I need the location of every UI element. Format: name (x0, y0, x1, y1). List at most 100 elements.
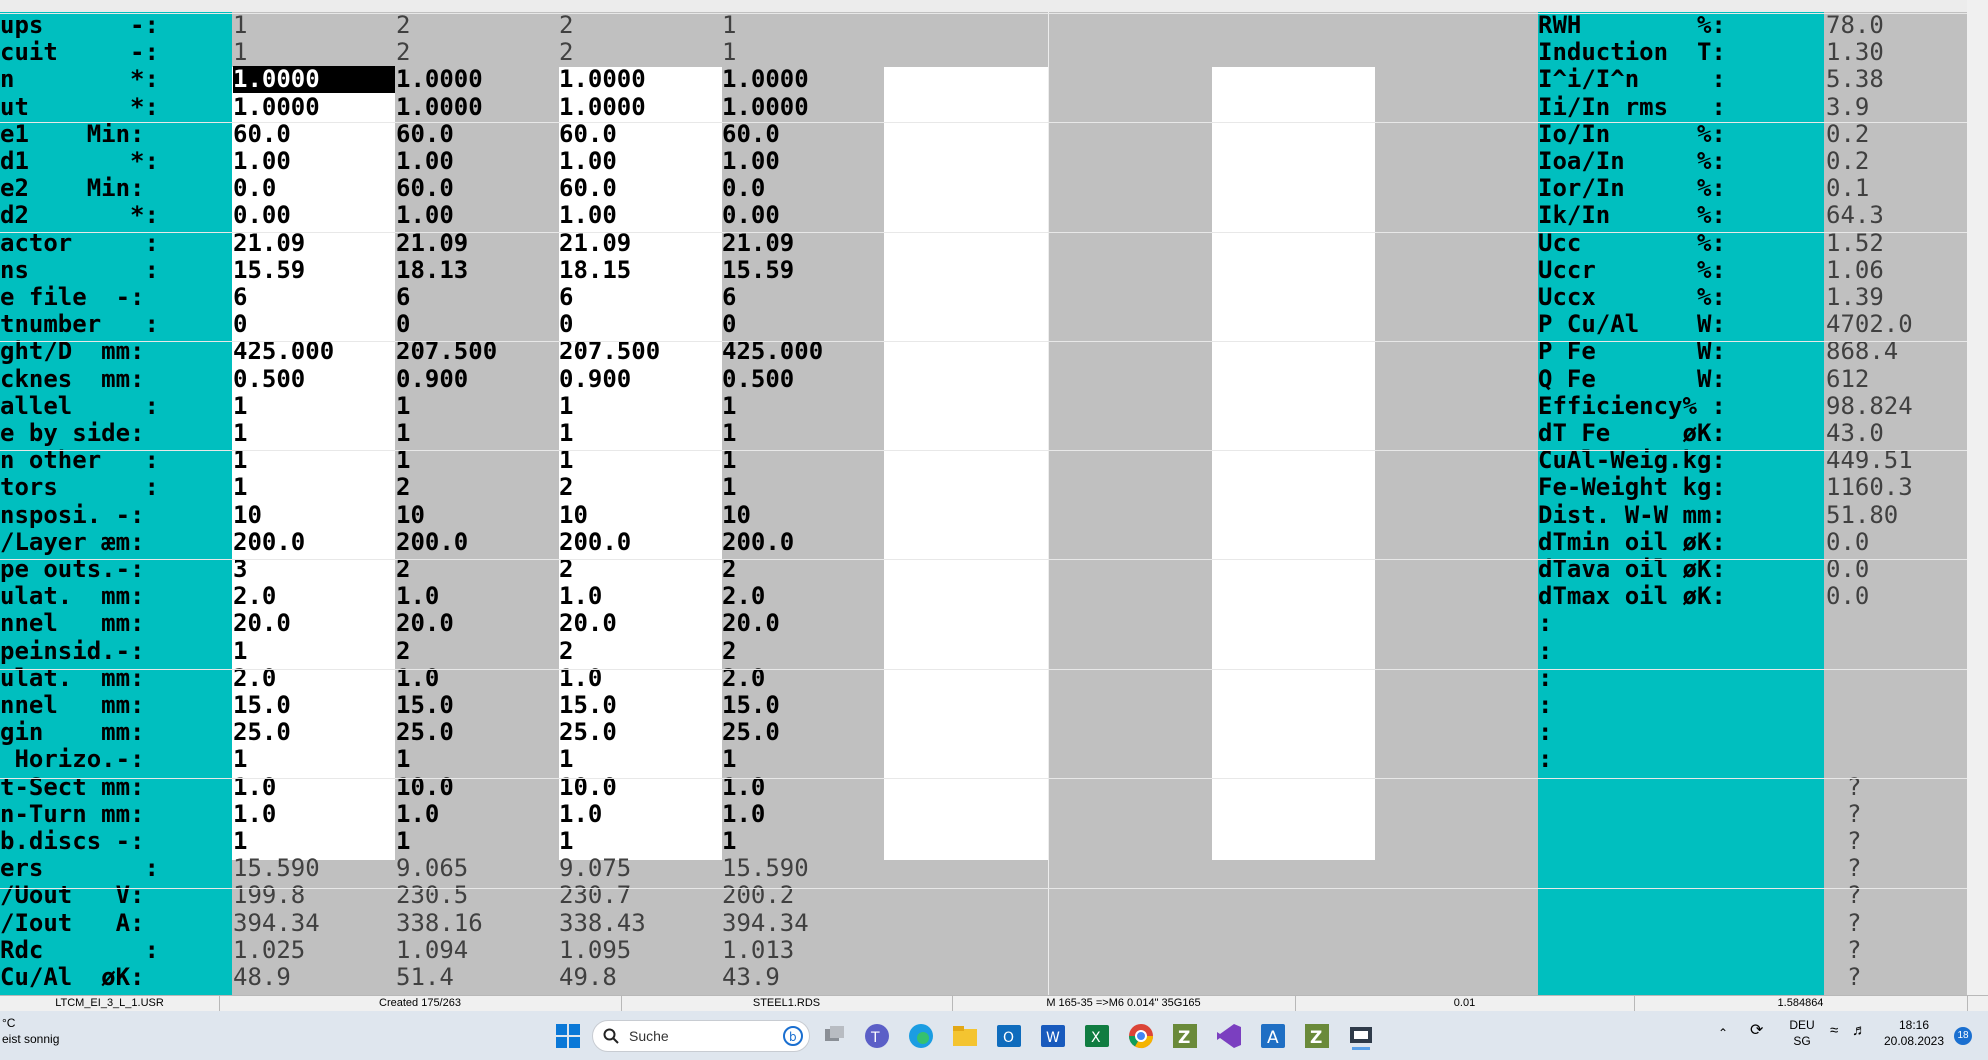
taskbar-search[interactable]: Suche b (592, 1020, 810, 1052)
input-cell[interactable]: 1 (233, 420, 247, 447)
input-cell[interactable]: 0 (233, 311, 247, 338)
input-cell[interactable]: 207.500 (396, 338, 497, 365)
input-cell[interactable]: 1 (233, 828, 247, 855)
input-cell[interactable]: 60.0 (559, 120, 617, 148)
input-cell[interactable]: 1.0000 (396, 93, 483, 121)
input-cell[interactable]: 1 (559, 746, 573, 773)
chrome-icon[interactable] (1126, 1021, 1156, 1051)
input-cell[interactable]: 1.0 (396, 583, 439, 610)
input-cell[interactable]: 200.0 (396, 528, 468, 556)
input-cell[interactable]: 1 (396, 392, 410, 420)
input-cell[interactable]: 1.0 (559, 800, 602, 828)
input-cell[interactable]: 1.0000 (233, 66, 395, 94)
input-cell[interactable]: 20.0 (722, 610, 780, 637)
input-cell[interactable]: 1.0 (559, 583, 602, 610)
input-cell[interactable]: 1.0000 (722, 66, 809, 93)
input-cell[interactable]: 1 (233, 746, 247, 773)
input-cell[interactable]: 60.0 (722, 120, 780, 148)
visual-studio-icon[interactable] (1214, 1021, 1244, 1051)
input-cell[interactable]: 425.000 (233, 338, 334, 365)
input-cell[interactable]: 6 (722, 284, 736, 311)
input-cell[interactable]: 1 (722, 746, 736, 773)
input-cell[interactable]: 15.59 (722, 256, 794, 284)
weather-widget[interactable]: °C eist sonnig (2, 1015, 59, 1047)
input-cell[interactable]: 21.09 (233, 229, 305, 257)
windows-start-icon[interactable] (553, 1021, 583, 1051)
input-cell[interactable]: 1 (559, 447, 573, 474)
input-cell[interactable]: 0 (396, 311, 410, 338)
input-cell[interactable]: 15.0 (396, 692, 454, 719)
outlook-icon[interactable]: O (994, 1021, 1024, 1051)
clock[interactable]: 18:16 20.08.2023 (1878, 1017, 1950, 1049)
input-cell[interactable]: 10 (559, 501, 588, 529)
input-cell[interactable]: 6 (396, 284, 410, 311)
input-cell[interactable]: 10 (396, 501, 425, 529)
bing-icon[interactable]: b (783, 1026, 803, 1046)
input-cell[interactable]: 425.000 (722, 338, 823, 365)
input-cell[interactable]: 0.00 (722, 202, 780, 229)
speaker-icon[interactable]: ♬ (1852, 1023, 1867, 1039)
input-cell[interactable]: 1.0 (722, 800, 765, 828)
input-cell[interactable]: 0 (559, 311, 573, 338)
input-cell[interactable]: 3 (233, 556, 247, 583)
z-app-icon[interactable]: Z (1302, 1021, 1332, 1051)
input-cell[interactable]: 20.0 (396, 610, 454, 637)
input-cell[interactable]: 10 (233, 501, 262, 529)
input-cell[interactable]: 1 (722, 392, 736, 420)
z-app-icon[interactable]: Z (1170, 1021, 1200, 1051)
input-cell[interactable]: 2 (722, 556, 736, 583)
input-cell[interactable]: 6 (559, 284, 573, 311)
input-cell[interactable]: 25.0 (396, 719, 454, 746)
input-cell[interactable]: 2 (559, 556, 573, 583)
input-cell[interactable]: 2.0 (233, 583, 276, 610)
excel-icon[interactable]: X (1082, 1021, 1112, 1051)
input-cell[interactable]: 207.500 (559, 338, 660, 365)
input-cell[interactable]: 2 (559, 474, 573, 501)
input-cell[interactable]: 1 (559, 392, 573, 420)
input-cell[interactable]: 1 (396, 420, 410, 447)
input-cell[interactable]: 18.13 (396, 256, 468, 284)
input-cell[interactable]: 18.15 (559, 256, 631, 284)
input-cell[interactable]: 0.0 (233, 175, 276, 202)
input-cell[interactable]: 0.500 (233, 365, 305, 393)
input-cell[interactable]: 1 (233, 447, 247, 474)
input-cell[interactable]: 21.09 (559, 229, 631, 257)
input-cell[interactable]: 0.500 (722, 365, 794, 393)
input-cell[interactable]: 1 (722, 474, 736, 501)
input-cell[interactable]: 20.0 (559, 610, 617, 637)
file-explorer-icon[interactable] (950, 1021, 980, 1051)
active-app-icon[interactable] (1346, 1021, 1376, 1051)
language-indicator[interactable]: DEU SG (1784, 1017, 1820, 1049)
input-cell[interactable]: 1 (722, 447, 736, 474)
input-cell[interactable]: 21.09 (722, 229, 794, 257)
a-app-icon[interactable]: A (1258, 1021, 1288, 1051)
vertical-scrollbar[interactable] (1967, 0, 1988, 995)
input-cell[interactable]: 15.59 (233, 256, 305, 284)
input-cell[interactable]: 1 (396, 447, 410, 474)
input-cell[interactable]: 0.900 (559, 365, 631, 393)
input-cell[interactable]: 0.0 (722, 175, 765, 202)
input-cell[interactable]: 10 (722, 501, 751, 529)
input-cell[interactable]: 200.0 (233, 528, 305, 556)
notification-badge[interactable]: 18 (1954, 1027, 1972, 1045)
input-cell[interactable]: 2 (396, 637, 410, 665)
sync-icon[interactable]: ⟳ (1750, 1023, 1763, 1039)
edge-icon[interactable] (906, 1021, 936, 1051)
wifi-icon[interactable]: ≈ (1830, 1023, 1838, 1039)
teams-icon[interactable]: T (862, 1021, 892, 1051)
input-cell[interactable]: 0.900 (396, 365, 468, 393)
input-cell[interactable]: 25.0 (722, 719, 780, 746)
input-cell[interactable]: 60.0 (559, 175, 617, 202)
input-cell[interactable]: 1.00 (233, 148, 291, 175)
input-cell[interactable]: 0.00 (233, 202, 291, 229)
input-cell[interactable]: 60.0 (396, 175, 454, 202)
input-cell[interactable]: 2.0 (722, 583, 765, 610)
input-cell[interactable]: 1 (396, 828, 410, 855)
input-cell[interactable]: 1.0 (233, 800, 276, 828)
input-cell[interactable]: 1.0000 (559, 93, 646, 121)
input-cell[interactable]: 1.0000 (396, 66, 483, 93)
input-cell[interactable]: 1 (559, 828, 573, 855)
input-cell[interactable]: 1.00 (396, 148, 454, 175)
input-cell[interactable]: 1.00 (559, 148, 617, 175)
input-cell[interactable]: 200.0 (559, 528, 631, 556)
